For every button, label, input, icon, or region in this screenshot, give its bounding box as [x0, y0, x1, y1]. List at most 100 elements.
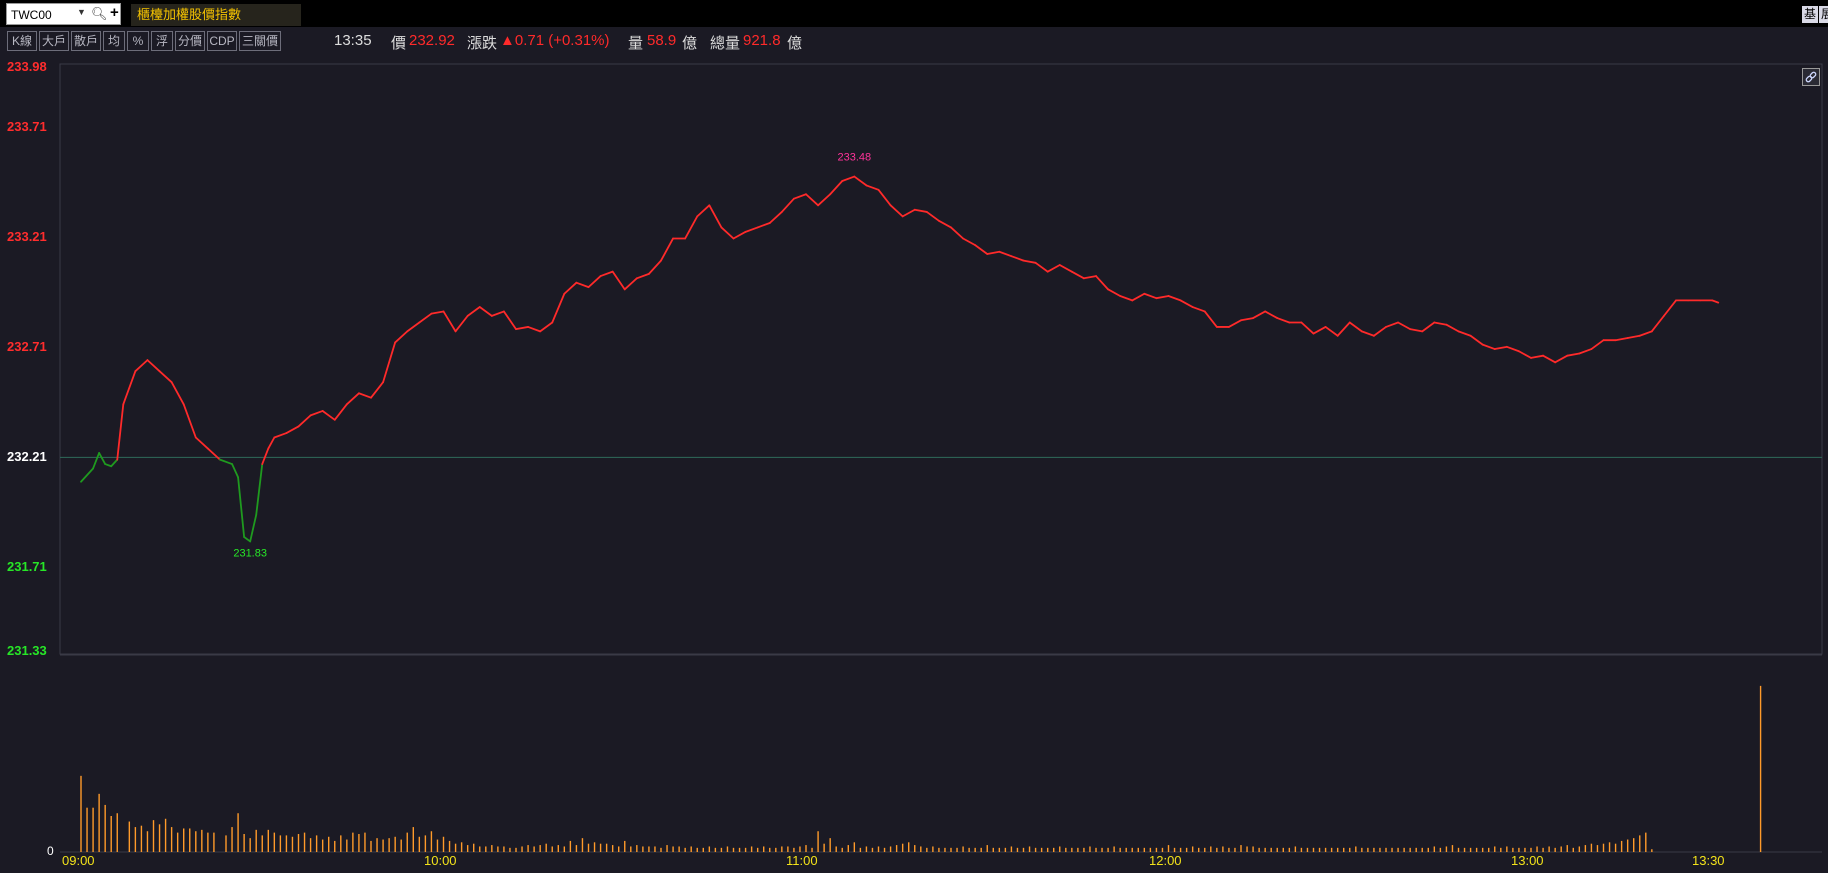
price-line-segment — [1481, 343, 1496, 350]
price-line-segment — [660, 237, 674, 262]
price-line-segment — [950, 226, 964, 240]
price-line-segment — [1385, 321, 1399, 328]
price-line-segment — [1493, 345, 1508, 350]
price-line-segment — [1614, 337, 1629, 342]
price-panel-frame — [59, 63, 1823, 655]
price-line-segment — [515, 326, 529, 331]
price-line-segment — [539, 321, 554, 333]
chart-canvas: 233.48 231.83 — [59, 63, 1823, 853]
price-line-segment — [1566, 352, 1581, 357]
price-line-segment — [611, 270, 626, 291]
price-line-segment — [466, 306, 481, 317]
price-line-segment — [563, 281, 578, 295]
price-line-segment — [1312, 326, 1327, 335]
price-line-segment — [345, 392, 360, 406]
price-line-segment — [913, 208, 928, 213]
price-line-segment — [684, 215, 699, 240]
price-line-segment — [267, 436, 276, 450]
price-line-segment — [249, 513, 258, 543]
price-line-segment — [1022, 259, 1037, 264]
price-line-segment — [285, 425, 300, 434]
price-line-segment — [454, 314, 469, 333]
price-line-segment — [104, 463, 113, 468]
price-line-segment — [1650, 314, 1665, 333]
price-line-segment — [744, 226, 759, 233]
price-line-segment — [1457, 330, 1472, 337]
price-line-segment — [720, 226, 735, 240]
price-line-segment — [1240, 317, 1254, 322]
price-line-segment — [986, 250, 1001, 255]
price-line-segment — [1252, 310, 1267, 319]
price-line-segment — [1590, 339, 1605, 350]
price-line-segment — [255, 463, 264, 516]
price-line-segment — [134, 359, 149, 373]
price-line-segment — [1179, 299, 1194, 308]
price-line-segment — [170, 381, 185, 406]
price-line-segment — [182, 403, 197, 439]
price-line-segment — [1046, 264, 1061, 273]
price-line-segment — [648, 259, 662, 275]
price-line-segment — [98, 452, 107, 465]
price-line-segment — [219, 458, 233, 465]
price-line-segment — [110, 458, 119, 468]
price-lines — [80, 175, 1720, 543]
price-line-segment — [756, 222, 771, 229]
price-line-segment — [1191, 306, 1206, 313]
link-icon[interactable] — [1802, 68, 1820, 86]
price-line-segment — [146, 359, 161, 373]
price-line-segment — [1469, 334, 1484, 346]
price-line-segment — [382, 341, 397, 384]
price-line-segment — [370, 381, 384, 399]
price-line-segment — [925, 211, 940, 222]
price-line-segment — [1397, 321, 1412, 331]
price-line-segment — [974, 244, 989, 255]
price-line-segment — [732, 230, 747, 240]
price-line-segment — [1711, 299, 1720, 304]
price-line-segment — [817, 193, 832, 207]
high-price-label: 233.48 — [838, 152, 872, 164]
price-line-segment — [394, 330, 409, 344]
price-line-segment — [1421, 321, 1436, 333]
price-line-segment — [1433, 321, 1448, 326]
price-line-segment — [962, 237, 977, 247]
price-line-segment — [1095, 275, 1109, 291]
price-line-segment — [1626, 334, 1641, 339]
price-line-segment — [1324, 326, 1339, 337]
price-line-segment — [1373, 326, 1387, 337]
price-line-segment — [889, 204, 904, 218]
price-line-segment — [418, 312, 433, 324]
price-line-segment — [1445, 323, 1460, 333]
price-line-segment — [122, 370, 137, 406]
price-line-segment — [1155, 295, 1170, 300]
price-line-segment — [841, 175, 856, 182]
price-line-segment — [1131, 292, 1146, 302]
price-line-segment — [1010, 255, 1025, 262]
price-line-segment — [261, 447, 270, 465]
price-line-segment — [1276, 317, 1291, 324]
price-line-segment — [358, 392, 372, 399]
price-line-segment — [708, 204, 723, 229]
price-line-segment — [696, 204, 711, 218]
price-line-segment — [1348, 321, 1363, 333]
price-line-segment — [599, 270, 614, 277]
price-line-segment — [297, 414, 312, 428]
price-line-segment — [901, 208, 916, 218]
price-line-segment — [1336, 321, 1351, 337]
price-line-segment — [1034, 261, 1049, 273]
price-line-segment — [998, 250, 1013, 258]
price-line-segment — [1409, 328, 1424, 333]
price-line-segment — [273, 432, 288, 439]
low-price-label: 231.83 — [233, 547, 267, 559]
price-line-segment — [237, 476, 246, 538]
price-line-segment — [768, 211, 783, 224]
price-line-segment — [430, 310, 445, 315]
price-line-segment — [793, 193, 807, 200]
price-line-segment — [442, 310, 457, 333]
price-line-segment — [1578, 348, 1593, 355]
price-line-segment — [1203, 310, 1218, 328]
price-line-segment — [805, 193, 819, 207]
price-line-segment — [1300, 321, 1315, 335]
price-line-segment — [243, 536, 252, 543]
volume-bars — [80, 685, 1762, 852]
price-line-segment — [1070, 270, 1085, 280]
